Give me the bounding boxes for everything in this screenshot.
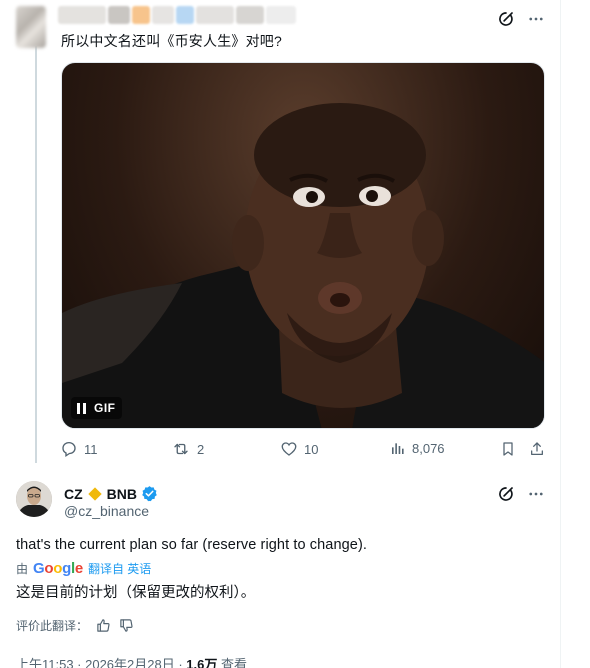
- post1-text: 所以中文名还叫《币安人生》对吧?: [61, 33, 282, 49]
- author-handle[interactable]: @cz_binance: [64, 503, 149, 519]
- name-suffix: BNB: [106, 485, 138, 502]
- post-meta: 上午11:53 · 2026年2月28日 · 1.6万 查看: [16, 654, 247, 668]
- tweet-text: that's the current plan so far (reserve …: [16, 537, 368, 553]
- repost-icon: [174, 443, 188, 455]
- grok-icon[interactable]: [496, 484, 516, 504]
- gif-frame-illustration: [62, 103, 544, 428]
- gif-badge: GIF: [94, 401, 116, 415]
- repost-button[interactable]: 2: [171, 440, 204, 458]
- views-button[interactable]: 8,076: [390, 440, 445, 456]
- reply-icon: [62, 441, 76, 458]
- like-count: 10: [304, 441, 319, 457]
- display-name: CZ: [64, 485, 83, 502]
- share-button[interactable]: [529, 440, 545, 458]
- more-options-icon[interactable]: [526, 9, 546, 29]
- post1-action-bar: 11 2 10 8,076: [60, 440, 550, 462]
- bookmark-icon: [503, 442, 513, 456]
- rate-translation-row: 评价此翻译：: [16, 617, 134, 634]
- avatar[interactable]: [16, 481, 52, 517]
- google-logo: Google: [33, 560, 83, 577]
- bookmark-button[interactable]: [500, 440, 516, 458]
- post-timestamp[interactable]: 上午11:53 · 2026年2月28日 ·: [16, 657, 186, 668]
- column-border: [560, 0, 561, 668]
- like-button[interactable]: 10: [280, 440, 318, 458]
- thumbs-down-icon[interactable]: [119, 618, 134, 633]
- verified-badge-icon: [142, 486, 157, 502]
- avatar-blurred[interactable]: [16, 6, 46, 48]
- rate-label: 评价此翻译：: [16, 619, 89, 633]
- translated-from-link[interactable]: 翻译自 英语: [88, 560, 151, 577]
- share-icon: [531, 442, 543, 455]
- thread-connector-line: [35, 46, 37, 463]
- grok-icon[interactable]: [496, 9, 516, 29]
- author-name-blurred[interactable]: [58, 6, 320, 26]
- gif-media[interactable]: GIF: [61, 62, 545, 429]
- pause-icon[interactable]: [77, 402, 86, 414]
- more-options-icon[interactable]: [526, 484, 546, 504]
- reply-button[interactable]: 11: [60, 440, 98, 458]
- translated-text: 这是目前的计划（保留更改的权利）。: [16, 585, 256, 601]
- analytics-icon: [392, 443, 404, 454]
- post2-header-actions: [496, 484, 546, 504]
- bnb-diamond-icon: [88, 486, 102, 501]
- repost-count: 2: [197, 441, 205, 457]
- thumbs-up-icon[interactable]: [96, 618, 111, 633]
- view-count: 8,076: [412, 440, 445, 456]
- author-name[interactable]: CZ BNB: [64, 485, 158, 502]
- avatar-portrait: [16, 481, 52, 517]
- views-label: 查看: [217, 657, 247, 668]
- post-view-count: 1.6万: [186, 657, 218, 668]
- post1-header-actions: [496, 9, 546, 29]
- translation-attribution: 由 Google 翻译自 英语: [16, 560, 151, 577]
- gif-controls[interactable]: GIF: [71, 397, 122, 419]
- heart-icon: [281, 442, 297, 456]
- reply-count: 11: [84, 441, 98, 457]
- translated-by-prefix: 由: [16, 562, 29, 576]
